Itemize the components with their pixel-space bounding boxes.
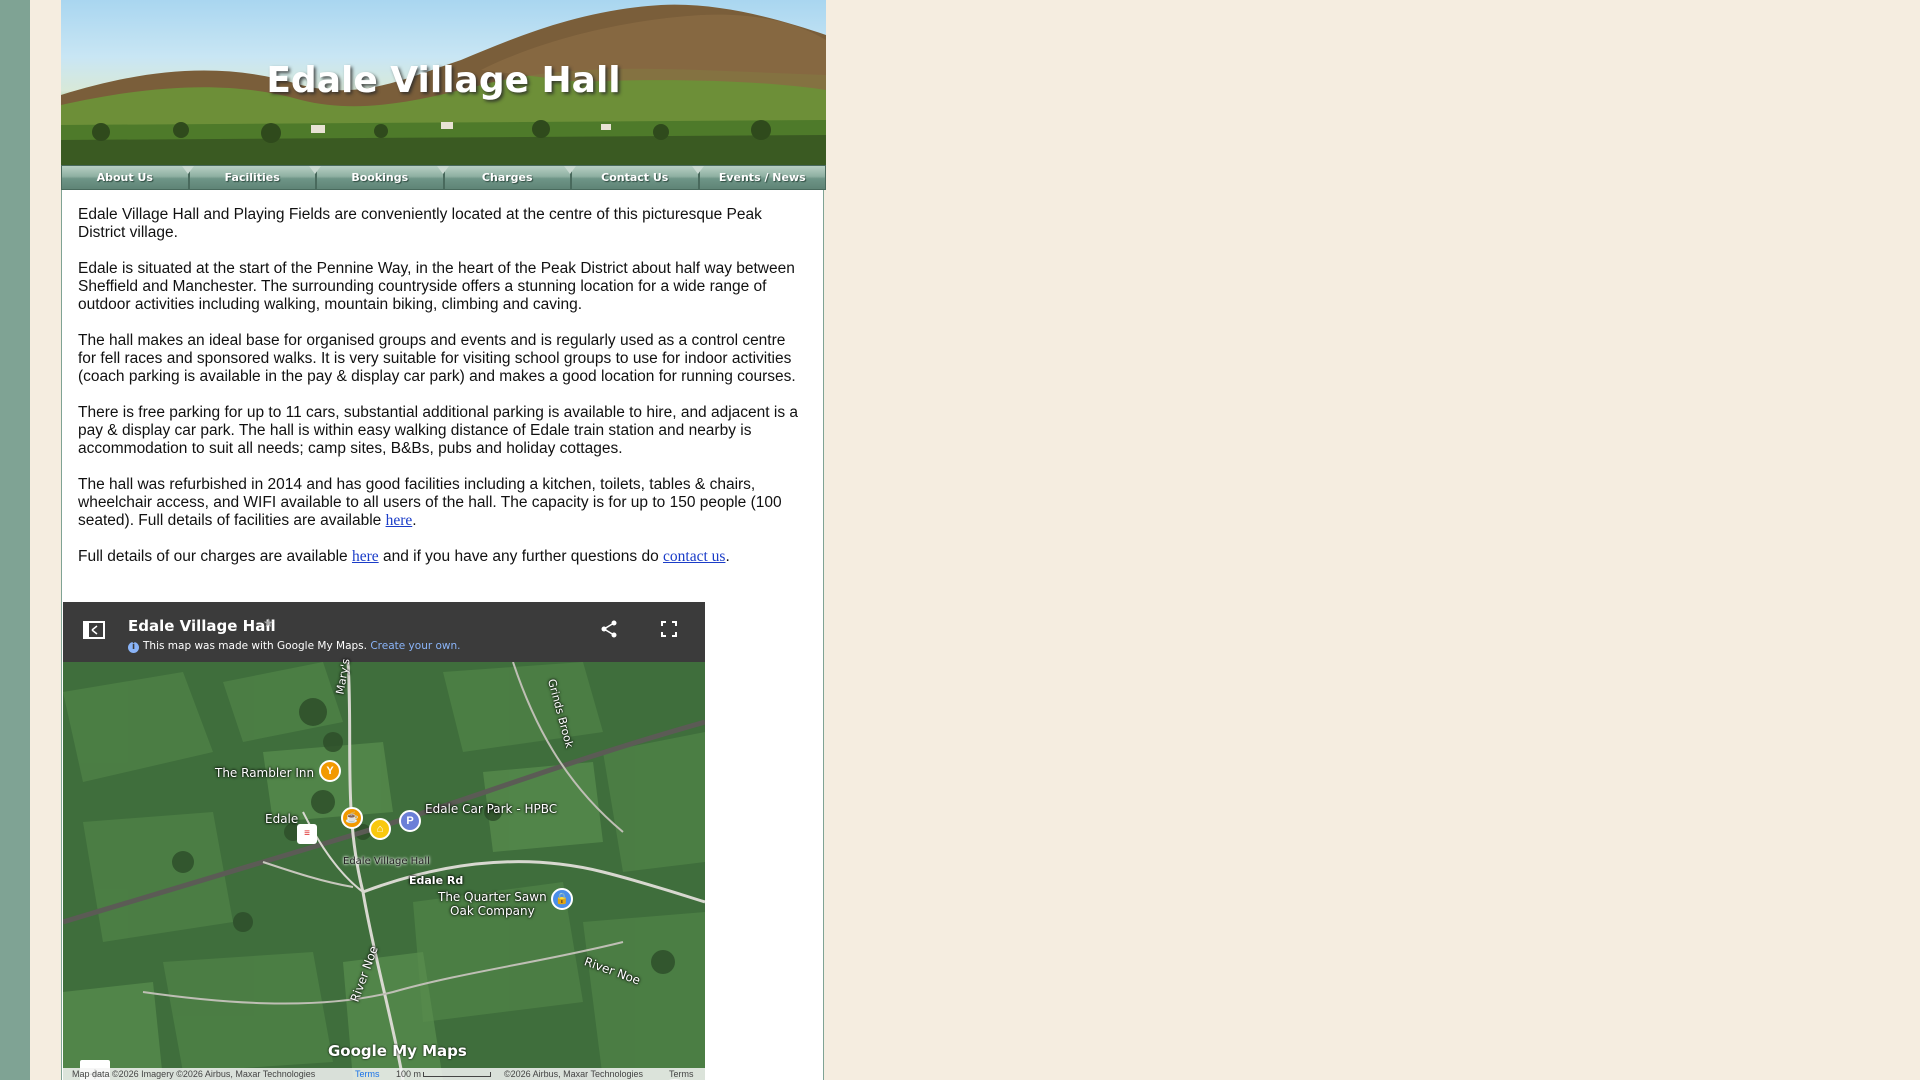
terms-link-1[interactable]: Terms [355,1068,380,1080]
bar-pin-icon[interactable]: Y [319,760,341,782]
main-nav: About Us Facilities Bookings Charges Con… [61,165,826,190]
star-icon[interactable]: ★ [263,616,274,630]
charges-end: . [725,548,730,565]
info-icon: i [128,642,139,653]
attribution-right: ©2026 Airbus, Maxar Technologies [504,1069,644,1079]
charges-paragraph: Full details of our charges are availabl… [78,548,807,566]
map-title: Edale Village Hall [128,617,276,635]
charges-mid: and if you have any further questions do [378,548,664,565]
nav-events-news[interactable]: Events / News [698,165,826,190]
groups-paragraph: The hall makes an ideal base for organis… [78,332,796,385]
map-canvas[interactable]: Mary's Grinds Brook The Rambler Inn Edal… [63,658,705,1080]
map-label-quarter-sawn: The Quarter Sawn Oak Company [438,890,547,918]
charges-text: Full details of our charges are availabl… [78,548,352,565]
site-title: Edale Village Hall [266,60,621,101]
satellite-imagery [63,661,705,1080]
cafe-pin-icon[interactable]: ☕ [341,807,363,829]
map-label-edale-rd: Edale Rd [409,874,464,887]
map-subtitle: i This map was made with Google My Maps. … [128,640,461,653]
nav-facilities[interactable]: Facilities [188,165,321,190]
facilities-paragraph: The hall was refurbished in 2014 and has… [78,476,807,530]
location-paragraph: Edale is situated at the start of the Pe… [78,260,795,313]
scale-bar [423,1072,491,1077]
contact-us-link[interactable]: contact us [663,548,725,565]
nav-bookings[interactable]: Bookings [316,165,448,190]
map-attribution-bar: Map data ©2026 Imagery ©2026 Airbus, Max… [63,1068,705,1080]
facilities-text: The hall was refurbished in 2014 and has… [78,476,782,529]
fullscreen-icon[interactable] [660,620,678,643]
village-hall-pin-icon[interactable]: ⌂ [369,818,391,840]
google-map-embed[interactable]: Edale Village Hall ★ i This map was made … [63,602,705,1080]
scale-label: 100 m [396,1069,422,1079]
terms-link-2[interactable]: Terms [669,1068,694,1080]
attribution-left: Map data ©2026 Imagery ©2026 Airbus, Max… [72,1069,316,1079]
parking-paragraph: There is free parking for up to 11 cars,… [78,404,799,457]
map-label-edale: Edale [265,812,299,826]
map-label-village-hall: Edale Village Hall [343,856,430,867]
facilities-end: . [412,512,417,529]
shop-pin-icon[interactable]: 🔒 [551,888,573,910]
google-my-maps-logo: Google My Maps [328,1042,467,1060]
train-station-icon[interactable]: ≡ [297,824,317,844]
nav-about-us[interactable]: About Us [61,165,193,190]
create-your-own-link[interactable]: Create your own. [370,640,460,652]
sidebar-toggle-icon[interactable] [83,620,105,645]
map-header: Edale Village Hall ★ i This map was made … [63,602,705,662]
header-banner: Edale Village Hall [61,0,826,165]
facilities-here-link[interactable]: here [386,512,413,529]
map-label-car-park: Edale Car Park - HPBC [425,802,558,816]
map-label-rambler-inn: The Rambler Inn [215,766,315,780]
nav-charges[interactable]: Charges [443,165,576,190]
charges-here-link[interactable]: here [352,548,379,565]
intro-paragraph: Edale Village Hall and Playing Fields ar… [78,206,762,241]
left-decorative-stripe [0,0,30,1080]
map-made-with-text: This map was made with Google My Maps. [143,640,367,652]
nav-contact-us[interactable]: Contact Us [571,165,703,190]
share-icon[interactable] [600,620,618,643]
parking-pin-icon[interactable]: P [399,810,421,832]
